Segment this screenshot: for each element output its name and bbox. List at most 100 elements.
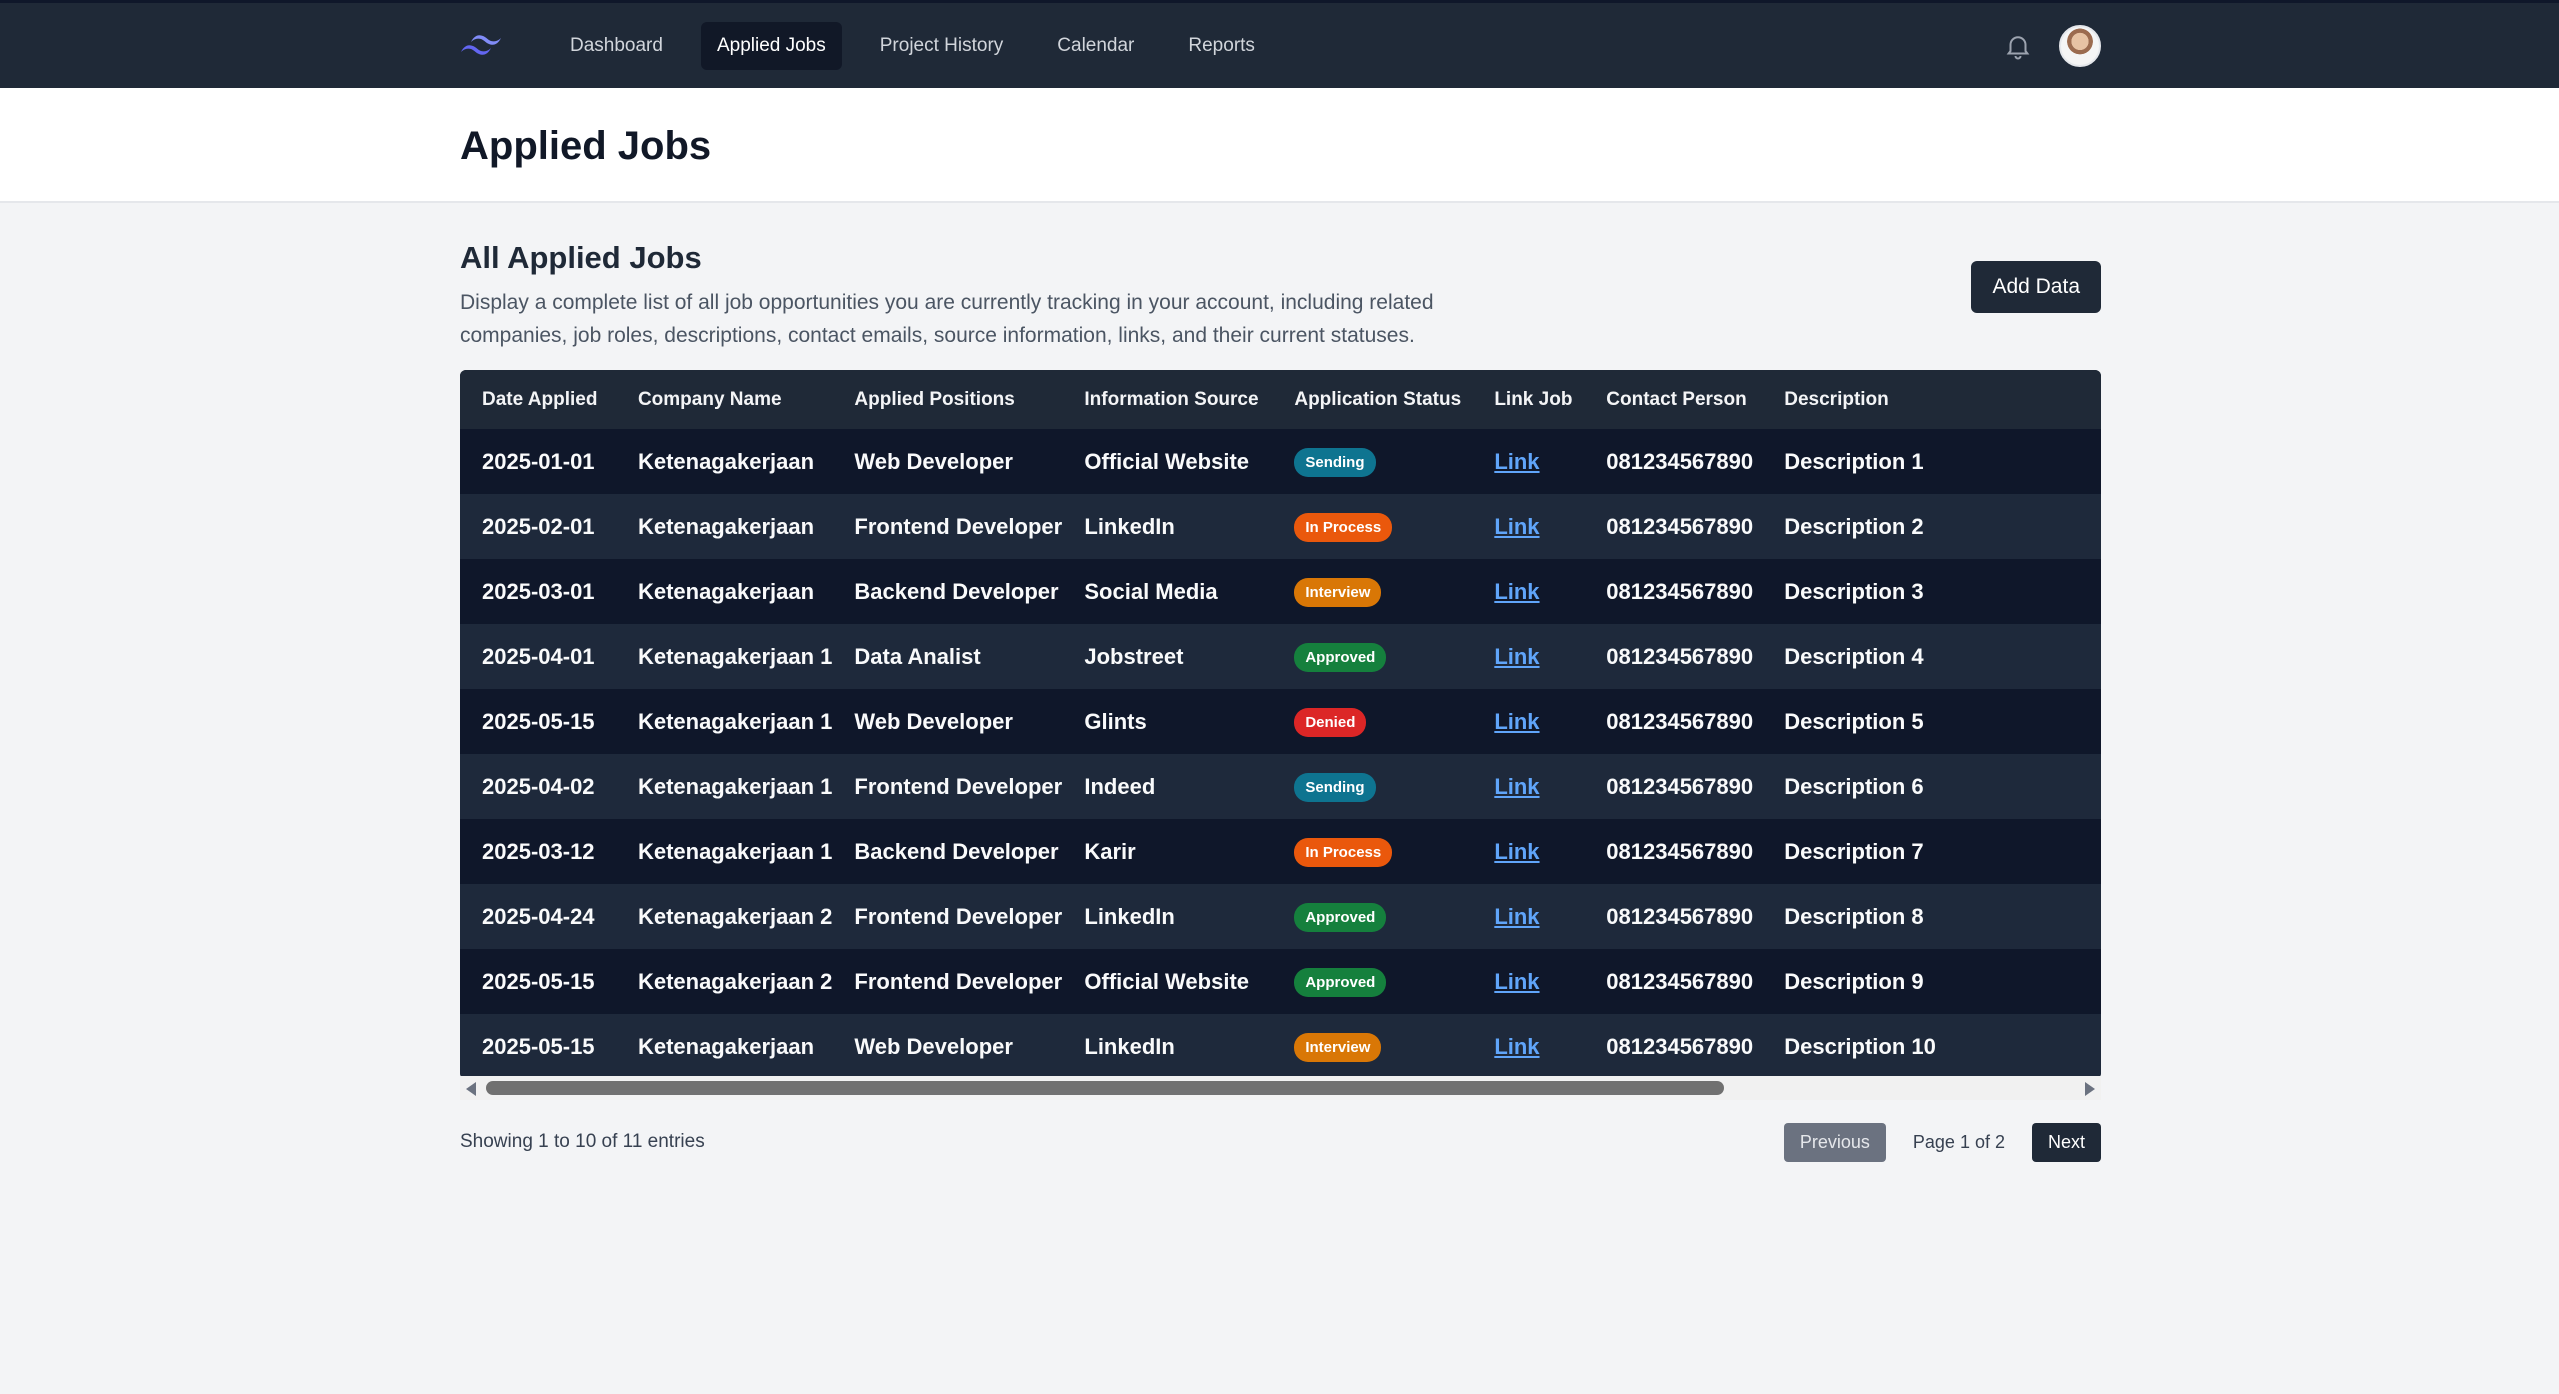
cell-link-job: Link xyxy=(1472,624,1585,689)
scrollbar-thumb[interactable] xyxy=(486,1081,1724,1095)
cell-contact-person: 081234567890 xyxy=(1584,689,1763,754)
cell-date-applied: 2025-04-01 xyxy=(460,624,616,689)
cell-company-name: Ketenagakerjaan 1 xyxy=(615,819,833,884)
horizontal-scrollbar[interactable] xyxy=(460,1076,2101,1100)
nav-link-project-history[interactable]: Project History xyxy=(864,22,1020,70)
cell-company-name: Ketenagakerjaan xyxy=(615,429,833,494)
page-title: Applied Jobs xyxy=(460,124,712,168)
cell-contact-person: 081234567890 xyxy=(1584,1014,1763,1079)
scroll-left-icon[interactable] xyxy=(466,1082,476,1096)
status-badge: Interview xyxy=(1294,1032,1382,1062)
cell-date-applied: 2025-04-02 xyxy=(460,754,616,819)
status-badge: Interview xyxy=(1294,577,1382,607)
cell-application-status: Sending xyxy=(1272,754,1473,819)
job-link[interactable]: Link xyxy=(1494,969,1539,994)
page-info: Page 1 of 2 xyxy=(1912,1131,2005,1152)
jobs-table-container: Date Applied Company Name Applied Position… xyxy=(460,370,2101,1079)
table-row: 2025-05-15 Ketenagakerjaan Web Developer Li… xyxy=(460,1014,2101,1079)
next-button[interactable]: Next xyxy=(2031,1122,2101,1162)
cell-company-name: Ketenagakerjaan xyxy=(615,1014,833,1079)
cell-information-source: Jobstreet xyxy=(1062,624,1273,689)
cell-information-source: Indeed xyxy=(1062,754,1273,819)
cell-applied-positions: Frontend Developer xyxy=(832,754,1063,819)
nav-link-applied-jobs[interactable]: Applied Jobs xyxy=(700,21,842,70)
cell-company-name: Ketenagakerjaan xyxy=(615,494,833,559)
nav-link-dashboard[interactable]: Dashboard xyxy=(554,22,679,70)
status-badge: Approved xyxy=(1294,642,1387,672)
entries-info: Showing 1 to 10 of 11 entries xyxy=(460,1131,705,1152)
cell-description: Description 3 xyxy=(1762,559,2101,624)
table-row: 2025-01-01 Ketenagakerjaan Web Developer Of… xyxy=(460,429,2101,494)
status-badge: Approved xyxy=(1294,902,1387,932)
jobs-table: Date Applied Company Name Applied Position… xyxy=(460,370,2101,1079)
user-avatar[interactable] xyxy=(2059,24,2101,67)
cell-application-status: Sending xyxy=(1272,429,1473,494)
cell-link-job: Link xyxy=(1472,949,1585,1014)
cell-information-source: Karir xyxy=(1062,819,1273,884)
column-header-link-job: Link Job xyxy=(1472,370,1585,429)
status-badge: Denied xyxy=(1294,707,1367,737)
job-link[interactable]: Link xyxy=(1494,904,1539,929)
cell-application-status: In Process xyxy=(1272,494,1473,559)
cell-date-applied: 2025-03-12 xyxy=(460,819,616,884)
cell-applied-positions: Data Analist xyxy=(832,624,1063,689)
cell-applied-positions: Frontend Developer xyxy=(832,494,1063,559)
section-title: All Applied Jobs xyxy=(460,240,702,275)
cell-application-status: Approved xyxy=(1272,884,1473,949)
cell-link-job: Link xyxy=(1472,884,1585,949)
cell-company-name: Ketenagakerjaan 2 xyxy=(615,949,833,1014)
job-link[interactable]: Link xyxy=(1494,579,1539,604)
nav-links: Dashboard Applied Jobs Project History Cale… xyxy=(554,21,1293,70)
table-row: 2025-03-12 Ketenagakerjaan 1 Backend Devel… xyxy=(460,819,2101,884)
bell-icon[interactable] xyxy=(2003,31,2033,61)
column-header-company-name: Company Name xyxy=(615,370,833,429)
column-header-applied-positions: Applied Positions xyxy=(832,370,1063,429)
cell-applied-positions: Web Developer xyxy=(832,429,1063,494)
cell-contact-person: 081234567890 xyxy=(1584,494,1763,559)
add-data-button[interactable]: Add Data xyxy=(1971,261,2101,313)
cell-description: Description 4 xyxy=(1762,624,2101,689)
pagination: Previous Page 1 of 2 Next xyxy=(1783,1122,2101,1162)
status-badge: In Process xyxy=(1294,837,1393,867)
job-link[interactable]: Link xyxy=(1494,709,1539,734)
column-header-application-status: Application Status xyxy=(1272,370,1473,429)
job-link[interactable]: Link xyxy=(1494,514,1539,539)
table-row: 2025-05-15 Ketenagakerjaan 2 Frontend Deve… xyxy=(460,949,2101,1014)
status-badge: Approved xyxy=(1294,967,1387,997)
job-link[interactable]: Link xyxy=(1494,774,1539,799)
tailwind-logo-icon[interactable] xyxy=(460,33,502,59)
column-header-date-applied: Date Applied xyxy=(460,370,616,429)
cell-date-applied: 2025-04-24 xyxy=(460,884,616,949)
cell-applied-positions: Backend Developer xyxy=(832,559,1063,624)
cell-applied-positions: Frontend Developer xyxy=(832,949,1063,1014)
cell-link-job: Link xyxy=(1472,754,1585,819)
cell-contact-person: 081234567890 xyxy=(1584,884,1763,949)
job-link[interactable]: Link xyxy=(1494,839,1539,864)
top-navbar: Dashboard Applied Jobs Project History Cale… xyxy=(0,0,2559,88)
nav-link-calendar[interactable]: Calendar xyxy=(1041,22,1150,70)
table-row: 2025-03-01 Ketenagakerjaan Backend Develop… xyxy=(460,559,2101,624)
cell-applied-positions: Web Developer xyxy=(832,1014,1063,1079)
column-header-description: Description xyxy=(1762,370,2101,429)
table-body: 2025-01-01 Ketenagakerjaan Web Developer Of… xyxy=(460,429,2101,1079)
cell-application-status: Denied xyxy=(1272,689,1473,754)
previous-button[interactable]: Previous xyxy=(1783,1122,1886,1162)
cell-date-applied: 2025-01-01 xyxy=(460,429,616,494)
nav-link-reports[interactable]: Reports xyxy=(1172,22,1271,70)
cell-date-applied: 2025-05-15 xyxy=(460,949,616,1014)
cell-description: Description 1 xyxy=(1762,429,2101,494)
cell-company-name: Ketenagakerjaan 2 xyxy=(615,884,833,949)
scroll-right-icon[interactable] xyxy=(2085,1082,2095,1096)
cell-contact-person: 081234567890 xyxy=(1584,559,1763,624)
cell-description: Description 7 xyxy=(1762,819,2101,884)
cell-information-source: Official Website xyxy=(1062,949,1273,1014)
cell-link-job: Link xyxy=(1472,819,1585,884)
cell-description: Description 8 xyxy=(1762,884,2101,949)
table-row: 2025-04-24 Ketenagakerjaan 2 Frontend Deve… xyxy=(460,884,2101,949)
cell-information-source: LinkedIn xyxy=(1062,494,1273,559)
job-link[interactable]: Link xyxy=(1494,644,1539,669)
job-link[interactable]: Link xyxy=(1494,1034,1539,1059)
cell-application-status: Interview xyxy=(1272,1014,1473,1079)
cell-application-status: Approved xyxy=(1272,949,1473,1014)
job-link[interactable]: Link xyxy=(1494,449,1539,474)
